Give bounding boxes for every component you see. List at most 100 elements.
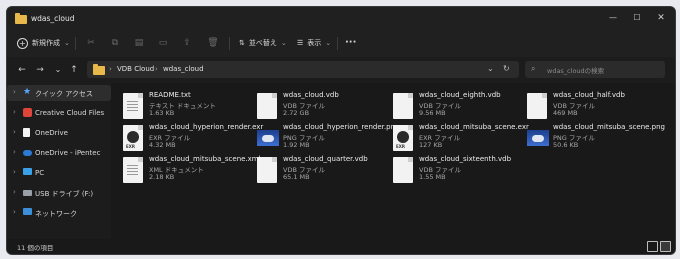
share-icon[interactable]: ⇪ [181,37,193,49]
sidebar-item-network[interactable]: › ネットワーク [7,205,111,221]
expand-icon[interactable]: › [13,108,16,116]
chevron-down-icon: ⌄ [280,39,287,47]
file-name: wdas_cloud_half.vdb [553,91,625,99]
close-icon[interactable]: ✕ [651,11,671,25]
sidebar-item-label: ネットワーク [35,210,77,218]
sidebar-item-usb-drive[interactable]: › USB ドライブ (F:) [7,185,111,201]
file-name: wdas_cloud_eighth.vdb [419,91,501,99]
star-icon: ★ [23,87,32,97]
sidebar-item-label: USB ドライブ (F:) [35,190,94,198]
file-item[interactable]: wdas_cloud_sixteenth.vdb VDB ファイル 1.55 M… [393,155,523,185]
delete-icon[interactable]: 🗑 [207,37,219,49]
maximize-icon[interactable]: ☐ [627,11,647,25]
file-item[interactable]: wdas_cloud.vdb VDB ファイル 2.72 GB [257,91,387,121]
pc-icon [23,168,32,175]
expand-icon[interactable]: › [13,128,16,136]
exr-file-icon: EXR [123,125,143,151]
sort-button[interactable]: ⇅ 並べ替え ⌄ [239,36,287,50]
view-button[interactable]: ☰ 表示 ⌄ [297,36,331,50]
expand-icon[interactable]: › [13,168,16,176]
cloud-image-thumbnail [257,130,279,146]
sidebar-item-label: OneDrive - iPentec [35,149,101,157]
view-label: 表示 [307,39,322,47]
file-item[interactable]: wdas_cloud_quarter.vdb VDB ファイル 65.1 MB [257,155,387,185]
file-item[interactable]: EXR wdas_cloud_mitsuba_scene.exr EXR ファイ… [393,123,529,153]
usb-drive-icon [23,190,32,196]
new-button[interactable]: + 新規作成 ⌄ [17,36,70,50]
blank-file-icon [527,93,547,119]
xml-document-icon [123,157,143,183]
file-size: 469 MB [553,109,578,117]
cloud-image-thumbnail [527,130,549,146]
copy-icon[interactable]: ⧉ [109,37,121,49]
expand-icon[interactable]: › [13,188,16,196]
new-label: 新規作成 [32,39,60,47]
breadcrumb-chevron-icon: › [155,65,158,73]
expand-icon[interactable]: › [13,208,16,216]
file-size: 65.1 MB [283,173,310,181]
rename-icon[interactable]: ▭ [157,37,169,49]
history-chevron-icon[interactable]: ⌄ [51,64,65,76]
cut-icon[interactable]: ✂ [85,37,97,49]
expand-icon[interactable]: › [13,88,16,96]
sidebar-item-creative-cloud[interactable]: › Creative Cloud Files [7,105,111,121]
file-name: wdas_cloud_hyperion_render.exr [149,123,264,131]
blank-file-icon [257,93,277,119]
file-item[interactable]: wdas_cloud_half.vdb VDB ファイル 469 MB [527,91,657,121]
breadcrumb-chevron-icon: › [109,65,112,73]
sidebar-item-pc[interactable]: › PC [7,165,111,181]
breadcrumb-vdb-cloud[interactable]: VDB Cloud [117,65,154,73]
item-count: 11 個の項目 [17,244,54,252]
search-icon: ⌕ [531,64,536,73]
network-icon [23,208,32,215]
file-item[interactable]: wdas_cloud_hyperion_render.png PNG ファイル … [257,123,399,153]
view-icon: ☰ [297,39,304,47]
sidebar-item-onedrive[interactable]: › OneDrive [7,125,111,141]
more-button[interactable]: ··· [345,36,356,50]
details-view-icon[interactable] [647,241,658,252]
address-bar[interactable]: › VDB Cloud › wdas_cloud ⌄ ↻ [87,61,519,78]
file-size: 1.92 MB [283,141,310,149]
back-icon[interactable]: ← [15,64,29,76]
navigation-bar: ← → ⌄ ↑ › VDB Cloud › wdas_cloud ⌄ ↻ ⌕ w… [7,57,675,83]
divider [229,37,230,50]
file-size: 1.63 KB [149,109,175,117]
forward-icon[interactable]: → [33,64,47,76]
navigation-pane: › ★ クイック アクセス › Creative Cloud Files › O… [7,83,111,239]
file-size: 1.55 MB [419,173,446,181]
divider [337,37,338,50]
file-item[interactable]: EXR wdas_cloud_hyperion_render.exr EXR フ… [123,123,263,153]
breadcrumb-wdas-cloud[interactable]: wdas_cloud [163,65,204,73]
refresh-icon[interactable]: ↻ [503,64,510,73]
divider [75,37,76,50]
sidebar-item-label: PC [35,169,45,177]
file-size: 4.32 MB [149,141,176,149]
file-item[interactable]: wdas_cloud_eighth.vdb VDB ファイル 9.56 MB [393,91,523,121]
up-icon[interactable]: ↑ [67,64,81,76]
address-dropdown-icon[interactable]: ⌄ [487,64,494,73]
file-size: 127 KB [419,141,443,149]
large-icons-view-icon[interactable] [660,241,671,252]
file-name: wdas_cloud_quarter.vdb [283,155,368,163]
file-name: wdas_cloud_mitsuba_scene.png [553,123,665,131]
file-name: wdas_cloud_sixteenth.vdb [419,155,512,163]
sidebar-item-label: Creative Cloud Files [35,109,105,117]
file-name: wdas_cloud_mitsuba_scene.exr [419,123,529,131]
paste-icon[interactable]: ▤ [133,37,145,49]
file-name: README.txt [149,91,191,99]
blank-file-icon [393,93,413,119]
search-box[interactable]: ⌕ wdas_cloudの検索 [525,61,665,78]
creative-cloud-icon [23,108,32,117]
file-name: wdas_cloud_mitsuba_scene.xml [149,155,261,163]
text-document-icon [123,93,143,119]
sidebar-item-onedrive-ipentec[interactable]: › OneDrive - iPentec [7,145,111,161]
sidebar-item-quick-access[interactable]: › ★ クイック アクセス [7,85,111,101]
command-bar: + 新規作成 ⌄ ✂ ⧉ ▤ ▭ ⇪ 🗑 ⇅ 並べ替え ⌄ ☰ 表示 ⌄ ··· [7,29,675,58]
expand-icon[interactable]: › [13,148,16,156]
file-item[interactable]: wdas_cloud_mitsuba_scene.xml XML ドキュメント … [123,155,261,185]
minimize-icon[interactable]: — [603,11,623,25]
file-item[interactable]: wdas_cloud_mitsuba_scene.png PNG ファイル 50… [527,123,665,153]
file-item[interactable]: README.txt テキスト ドキュメント 1.63 KB [123,91,253,121]
plus-circle-icon: + [17,37,28,49]
sort-icon: ⇅ [239,39,245,47]
